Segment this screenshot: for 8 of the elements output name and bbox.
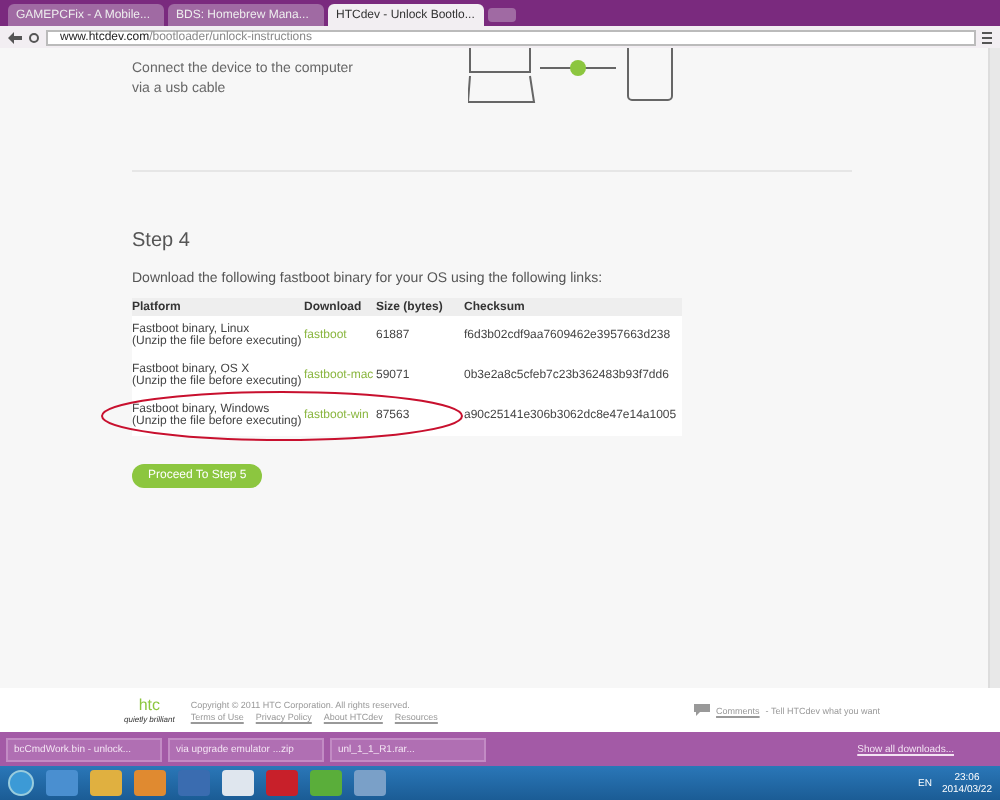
- menu-icon[interactable]: [982, 31, 992, 43]
- new-tab-button[interactable]: [488, 8, 516, 22]
- back-arrow-icon[interactable]: [8, 31, 22, 43]
- start-button-icon[interactable]: [8, 770, 34, 796]
- step-heading: Step 4: [132, 230, 192, 252]
- htc-logo: htc: [138, 697, 161, 713]
- reload-icon[interactable]: [28, 31, 40, 43]
- speech-bubble-icon: [694, 704, 711, 716]
